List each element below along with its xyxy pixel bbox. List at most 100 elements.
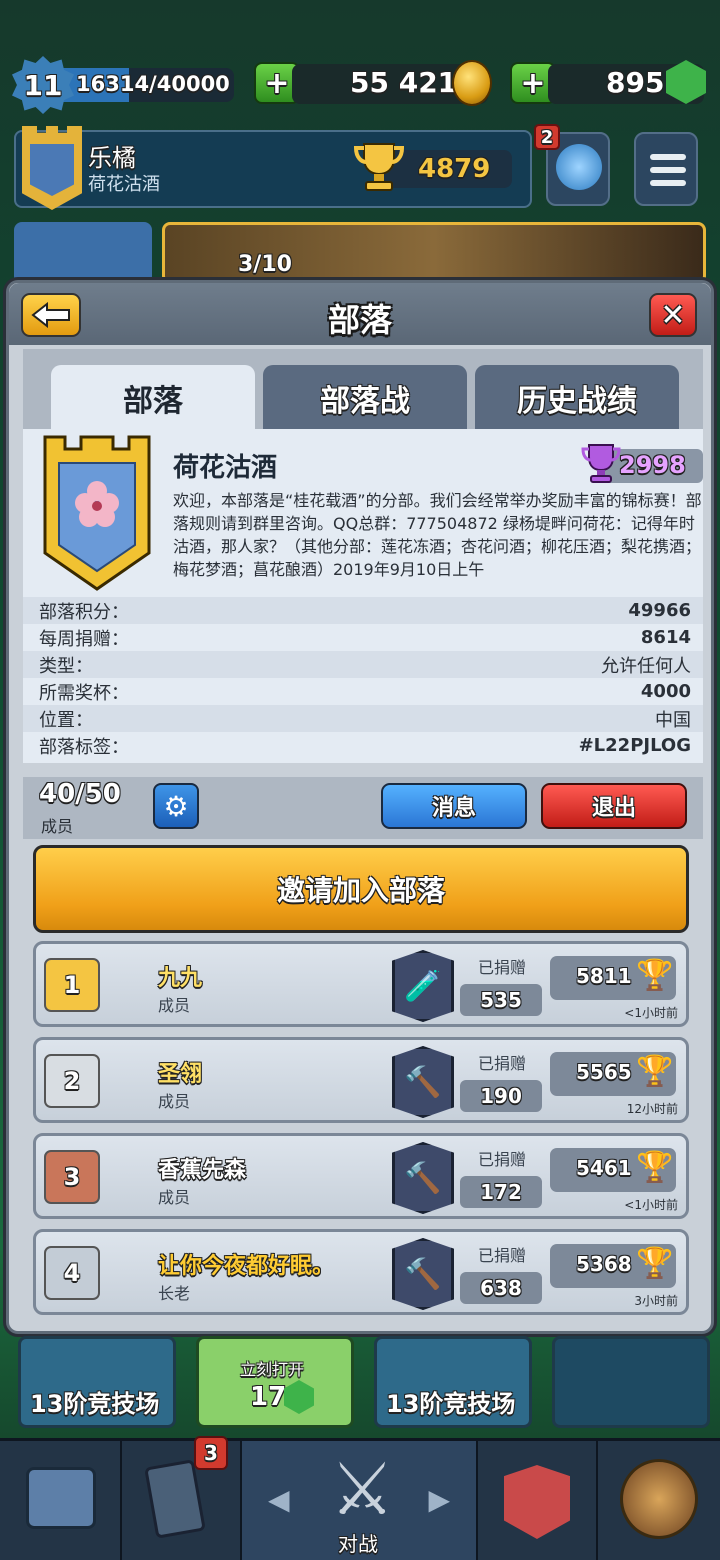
notification-badge: 2	[534, 124, 560, 150]
menu-line	[650, 180, 686, 186]
close-button[interactable]: ✕	[649, 293, 697, 337]
member-role: 成员	[158, 1188, 191, 1207]
member-rank: 1	[44, 958, 100, 1012]
panel-header: 部落 ✕	[9, 283, 711, 345]
stat-label: 位置：	[39, 709, 93, 731]
open-cost: 17	[250, 1382, 287, 1412]
member-name: 香蕉先森	[158, 1158, 247, 1183]
stat-label: 部落积分：	[39, 601, 129, 623]
leave-button[interactable]: 退出	[541, 783, 687, 829]
tab-bar: 部落 部落战 历史战绩	[23, 349, 703, 431]
xp-bar: 16314/40000	[56, 68, 234, 102]
invite-button[interactable]: 邀请加入部落	[33, 845, 689, 933]
menu-button[interactable]	[634, 132, 698, 206]
open-now-label: 立刻打开	[240, 1360, 305, 1379]
member-trophies: 5565	[576, 1060, 632, 1084]
stat-row-required-trophies: 所需奖杯： 4000	[23, 678, 703, 705]
chest-slot-empty[interactable]	[552, 1336, 710, 1428]
globe-icon	[556, 144, 602, 190]
member-role: 成员	[158, 1092, 191, 1111]
members-count: 40/50	[39, 779, 121, 809]
nav-shop[interactable]	[0, 1441, 122, 1560]
potion-card-icon: 🧪	[392, 950, 454, 1022]
member-last-seen: 3小时前	[634, 1294, 678, 1308]
member-name: 九九	[158, 966, 203, 991]
donated-label: 已捐赠	[478, 1054, 527, 1073]
member-name: 让你今夜都好眠。	[158, 1254, 335, 1279]
clan-trophy-icon	[581, 444, 621, 483]
hammer-card-icon: 🔨	[392, 1142, 454, 1214]
xp-text: 16314/40000	[76, 72, 230, 96]
trophy-icon: 🏆	[636, 1150, 674, 1185]
member-role: 长老	[158, 1284, 191, 1303]
hammer-card-icon: 🔨	[392, 1238, 454, 1310]
top-status-bar: 16314/40000 11 + 55 421 + 895	[0, 52, 720, 116]
member-name: 圣翎	[158, 1062, 203, 1087]
clan-shield-icon	[504, 1465, 570, 1539]
stat-row-location: 位置： 中国	[23, 705, 703, 732]
message-button[interactable]: 消息	[381, 783, 527, 829]
stat-value: #L22PJLOG	[578, 735, 691, 756]
clan-settings-button[interactable]: ⚙	[153, 783, 199, 829]
stat-value: 允许任何人	[601, 655, 691, 677]
clan-trophy-value: 2998	[619, 451, 686, 479]
arena-label-right: 13阶竞技场	[386, 1390, 516, 1418]
member-row[interactable]: 2 圣翎 成员 🔨 已捐赠 190 5565 🏆 12小时前	[33, 1037, 689, 1123]
tab-clan-war[interactable]: 部落战	[263, 365, 467, 431]
member-last-seen: 12小时前	[626, 1102, 678, 1116]
member-trophies: 5461	[576, 1156, 632, 1180]
donated-value: 535	[460, 984, 542, 1016]
member-trophies: 5368	[576, 1252, 632, 1276]
stat-value: 49966	[628, 600, 691, 621]
arena-label-left: 13阶竞技场	[30, 1390, 160, 1418]
clan-stats: 部落积分： 49966 每周捐赠： 8614 类型： 允许任何人 所需奖杯： 4000 …	[23, 597, 703, 759]
level-badge[interactable]: 11	[12, 56, 74, 114]
trophy-value: 4879	[418, 154, 491, 184]
chest-icon	[26, 1467, 96, 1529]
member-row[interactable]: 1 九九 成员 🧪 已捐赠 535 5811 🏆 <1小时前	[33, 941, 689, 1027]
stat-label: 所需奖杯：	[39, 682, 129, 704]
nav-events[interactable]	[598, 1441, 720, 1560]
trophy-icon: 🏆	[636, 1246, 674, 1281]
member-role: 成员	[158, 996, 191, 1015]
stat-label: 每周捐赠：	[39, 628, 129, 650]
nav-clan[interactable]	[478, 1441, 598, 1560]
donated-label: 已捐赠	[478, 1150, 527, 1169]
gear-icon: ⚙	[163, 789, 189, 823]
cards-icon	[144, 1459, 206, 1539]
gold-coin-icon	[452, 60, 492, 106]
trophy-icon: 🏆	[636, 958, 674, 993]
stat-value: 4000	[640, 681, 691, 702]
menu-line	[650, 154, 686, 160]
menu-line	[650, 167, 686, 173]
gold-value: 55 421	[350, 66, 458, 99]
trophy-icon	[354, 143, 404, 191]
member-row[interactable]: 3 香蕉先森 成员 🔨 已捐赠 172 5461 🏆 <1小时前	[33, 1133, 689, 1219]
stat-value: 8614	[640, 627, 691, 648]
player-clan-name: 荷花沽酒	[88, 174, 160, 195]
battle-label: 对战	[338, 1532, 378, 1556]
member-rank: 2	[44, 1054, 100, 1108]
crossed-swords-icon: ⚔	[330, 1447, 395, 1531]
event-progress: 3/10	[238, 252, 292, 277]
members-label: 成员	[41, 817, 74, 836]
chest-card-behind	[14, 222, 152, 284]
chevron-right-icon: ▶	[428, 1483, 450, 1516]
stat-label: 部落标签：	[39, 736, 129, 758]
close-icon: ✕	[660, 297, 686, 333]
clan-panel: 部落 ✕ 部落 部落战 历史战绩 荷花沽酒 2998 欢迎，本部落是“桂花载酒”…	[6, 280, 714, 1334]
members-bar: 40/50 成员 ⚙ 消息 退出	[23, 777, 703, 839]
tab-war-history[interactable]: 历史战绩	[475, 365, 679, 431]
tab-clan[interactable]: 部落	[51, 365, 255, 431]
donated-value: 172	[460, 1176, 542, 1208]
donated-value: 638	[460, 1272, 542, 1304]
cards-notification-badge: 3	[194, 1436, 228, 1470]
clan-name: 荷花沽酒	[173, 453, 278, 483]
chevron-left-icon: ◀	[268, 1483, 290, 1516]
donated-value: 190	[460, 1080, 542, 1112]
member-row[interactable]: 4 让你今夜都好眠。 长老 🔨 已捐赠 638 5368 🏆 3小时前	[33, 1229, 689, 1315]
events-icon	[620, 1459, 698, 1539]
stat-row-type: 类型： 允许任何人	[23, 651, 703, 678]
clan-description: 欢迎，本部落是“桂花载酒”的分部。我们会经常举办奖励丰富的锦标赛！部落规则请到群…	[173, 491, 702, 579]
clan-badge-icon	[43, 435, 151, 591]
